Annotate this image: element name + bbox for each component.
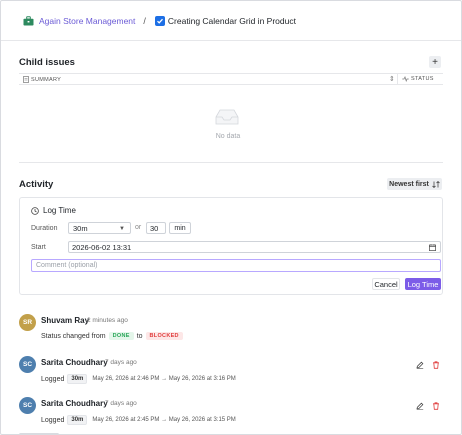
trash-icon[interactable]: [432, 402, 440, 410]
edit-icon[interactable]: [416, 361, 424, 369]
column-divider: [397, 74, 398, 84]
empty-inbox-icon: [215, 109, 239, 125]
timestamp: 2 minutes ago: [87, 317, 128, 324]
child-issues-table-header: SUMMARY ⇕ STATUS: [19, 73, 443, 85]
table-divider: [19, 162, 443, 163]
to-text: to: [136, 332, 143, 340]
sort-icon: [432, 180, 440, 188]
worklog-line: Logged 30m May 26, 2026 at 2:46 PM → May…: [41, 374, 236, 384]
change-prefix: Status changed from: [41, 332, 106, 340]
user-name: Shuvam Ray: [41, 316, 90, 325]
sort-order-label: Newest first: [389, 180, 429, 188]
timestamp: 7 days ago: [105, 359, 137, 366]
start-label: Start: [31, 244, 46, 251]
start-datetime-value: 2026-06-02 13:31: [72, 242, 132, 252]
status-column-label: STATUS: [411, 76, 434, 82]
worklog-line: Logged 30m May 26, 2026 at 2:45 PM → May…: [41, 415, 236, 425]
log-time-header: Log Time: [31, 206, 76, 215]
worklog-prefix: Logged: [41, 375, 65, 383]
document-icon: [23, 76, 29, 83]
minutes-input[interactable]: 30: [146, 222, 166, 234]
summary-column-header[interactable]: SUMMARY: [23, 76, 61, 83]
start-datetime-input[interactable]: 2026-06-02 13:31: [68, 241, 441, 253]
duration-label: Duration: [31, 225, 58, 232]
breadcrumb-separator: /: [143, 15, 146, 26]
comment-input[interactable]: Comment (optional): [31, 259, 441, 272]
chevron-down-icon: ▼: [119, 226, 125, 232]
avatar: SC: [19, 397, 36, 414]
worklog-range: May 26, 2026 at 2:45 PM → May 26, 2026 a…: [92, 417, 236, 423]
cancel-button[interactable]: Cancel: [372, 278, 400, 290]
activity-title: Activity: [19, 179, 54, 190]
breadcrumb: Again Store Management / Creating Calend…: [1, 1, 461, 41]
duration-select-value: 30m: [73, 223, 88, 233]
briefcase-icon: [23, 15, 34, 26]
duration-chip: 30m: [67, 415, 88, 425]
log-time-title: Log Time: [43, 206, 76, 215]
worklog-range: May 26, 2026 at 2:46 PM → May 26, 2026 a…: [92, 376, 236, 382]
or-text: or: [135, 224, 142, 231]
from-status-badge: DONE: [108, 332, 134, 340]
duration-chip: 30m: [67, 374, 88, 384]
edit-icon[interactable]: [416, 402, 424, 410]
summary-column-label: SUMMARY: [31, 76, 62, 83]
user-name: Sarita Choudhary: [41, 358, 108, 367]
issue-detail-panel: Again Store Management / Creating Calend…: [0, 0, 462, 435]
status-change-line: Status changed from DONE to BLOCKED: [41, 332, 183, 340]
minutes-unit: min: [169, 222, 191, 234]
clock-icon: [31, 206, 39, 215]
duration-select[interactable]: 30m ▼: [68, 222, 131, 234]
child-issues-title: Child issues: [19, 57, 75, 68]
user-name: Sarita Choudhary: [41, 399, 108, 408]
sort-updown-icon[interactable]: ⇕: [389, 75, 395, 83]
worklog-prefix: Logged: [41, 416, 65, 424]
sort-order-button[interactable]: Newest first: [387, 178, 442, 190]
log-time-form: Log Time Duration 30m ▼ or 30 min Start …: [19, 197, 443, 295]
trash-icon[interactable]: [432, 361, 440, 369]
issue-title: Creating Calendar Grid in Product: [167, 15, 296, 26]
log-time-button[interactable]: Log Time: [405, 278, 441, 290]
calendar-icon[interactable]: [429, 244, 436, 251]
avatar: SR: [19, 314, 36, 331]
pulse-icon: [402, 76, 409, 82]
status-column-header[interactable]: STATUS: [402, 76, 434, 82]
project-link[interactable]: Again Store Management: [39, 16, 135, 26]
task-checkbox-icon[interactable]: [154, 15, 165, 26]
timestamp: 7 days ago: [105, 400, 137, 407]
avatar: SC: [19, 356, 36, 373]
to-status-badge: BLOCKED: [145, 332, 183, 340]
add-child-issue-button[interactable]: +: [429, 56, 441, 68]
empty-state-text: No data: [215, 133, 241, 140]
